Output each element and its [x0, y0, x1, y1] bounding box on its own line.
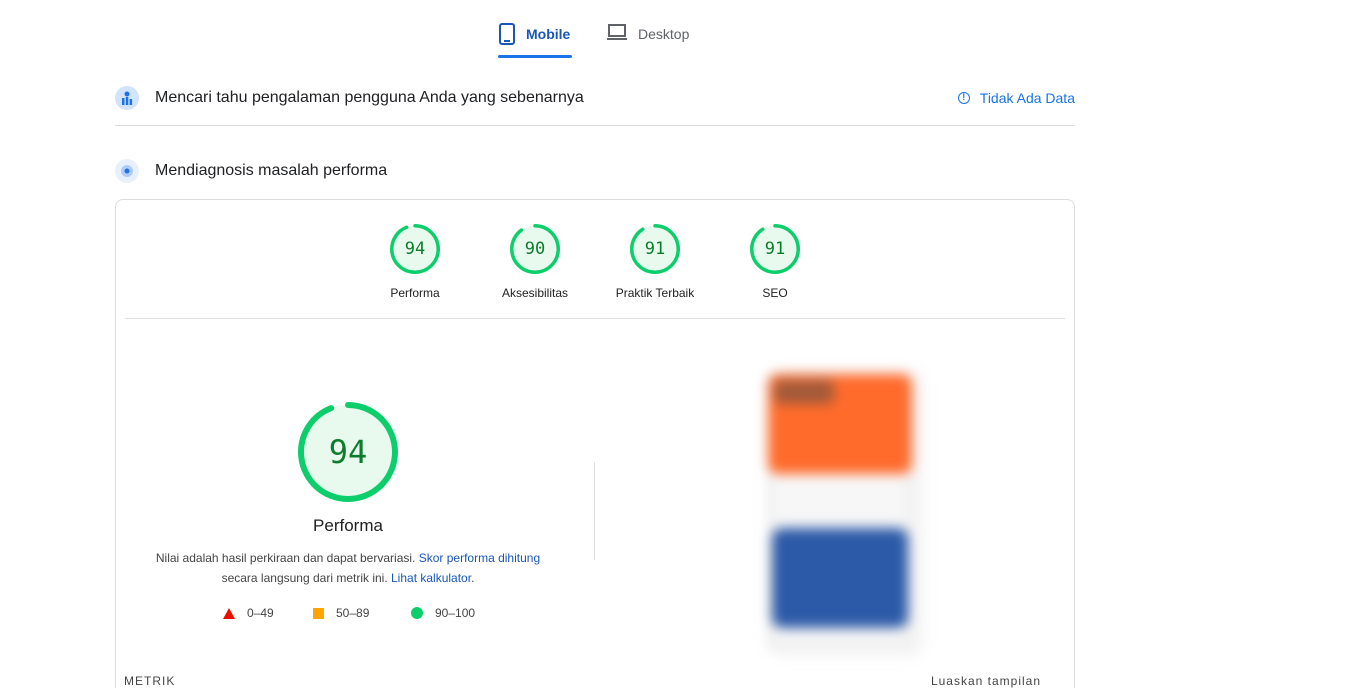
gauge-label: Performa: [390, 286, 440, 300]
diagnose-icon: [115, 159, 139, 183]
gauge-label: SEO: [762, 286, 788, 300]
gauge-best-practices[interactable]: 91 Praktik Terbaik: [605, 224, 705, 300]
gauge-ring: 94: [390, 224, 440, 274]
gauge-score: 90: [524, 239, 546, 259]
gauge-score: 91: [644, 239, 666, 259]
card-divider: [125, 318, 1065, 319]
legend-average: 50–89: [313, 606, 369, 620]
score-legend: 0–49 50–89 90–100: [116, 606, 576, 622]
gauge-score: 94: [404, 239, 426, 259]
phone-icon: [498, 20, 516, 45]
gauge-score: 91: [764, 239, 786, 259]
performance-description: Nilai adalah hasil perkiraan dan dapat b…: [146, 548, 550, 588]
legend-average-label: 50–89: [336, 606, 370, 620]
metrics-label: METRIK: [124, 674, 176, 688]
gauge-performance[interactable]: 94 Performa: [365, 224, 465, 300]
screenshot-content-block: [772, 528, 908, 628]
calculator-link[interactable]: Lihat kalkulator: [391, 571, 471, 585]
legend-good-label: 90–100: [435, 606, 476, 620]
desc-text: Nilai adalah hasil perkiraan dan dapat b…: [155, 551, 416, 565]
expand-view-button[interactable]: Luaskan tampilan: [931, 674, 1041, 688]
circle-icon: [411, 607, 423, 619]
vertical-divider: [594, 462, 595, 560]
legend-good: 90–100: [411, 606, 475, 620]
gauge-accessibility[interactable]: 90 Aksesibilitas: [485, 224, 585, 300]
triangle-icon: [223, 607, 235, 619]
tab-mobile-label: Mobile: [526, 26, 571, 42]
device-tabs: Mobile Desktop: [0, 0, 1190, 60]
screenshot-logo-block: [774, 380, 834, 404]
gauge-ring: 91: [750, 224, 800, 274]
report-card: 94 Performa 90 Aksesibilitas 91 Praktik …: [115, 199, 1075, 688]
field-data-title: Mencari tahu pengalaman pengguna Anda ya…: [155, 88, 584, 106]
category-gauges: 94 Performa 90 Aksesibilitas 91 Praktik …: [116, 224, 1074, 304]
laptop-icon: [606, 20, 628, 41]
performance-big-gauge: 94: [298, 402, 398, 502]
tab-desktop-label: Desktop: [638, 26, 690, 42]
info-icon: !: [957, 91, 970, 104]
gauge-label: Praktik Terbaik: [615, 286, 695, 300]
metrics-header: METRIK Luaskan tampilan: [115, 672, 1059, 688]
legend-poor: 0–49: [223, 606, 274, 620]
desc-end: .: [471, 571, 475, 585]
diagnose-section: Mendiagnosis masalah performa: [115, 157, 1075, 185]
gauge-ring: 90: [510, 224, 560, 274]
gauge-label: Aksesibilitas: [501, 286, 569, 300]
legend-poor-label: 0–49: [247, 606, 274, 620]
no-data-label: Tidak Ada Data: [979, 89, 1075, 106]
field-data-section: Mencari tahu pengalaman pengguna Anda ya…: [115, 82, 1075, 126]
diagnose-title: Mendiagnosis masalah performa: [155, 162, 388, 179]
users-chart-icon: [115, 85, 139, 110]
page-screenshot-thumbnail: [766, 368, 926, 658]
tab-desktop[interactable]: Desktop: [606, 20, 698, 58]
score-calc-link[interactable]: Skor performa dihitung: [419, 551, 540, 565]
tab-mobile[interactable]: Mobile: [498, 20, 572, 58]
performance-score: 94: [328, 433, 368, 471]
gauge-seo[interactable]: 91 SEO: [725, 224, 825, 300]
no-data-link[interactable]: ! Tidak Ada Data: [957, 89, 1075, 106]
square-icon: [313, 607, 324, 619]
gauge-ring: 91: [630, 224, 680, 274]
desc-middle: secara langsung dari metrik ini.: [221, 571, 388, 585]
performance-title: Performa: [313, 516, 383, 535]
